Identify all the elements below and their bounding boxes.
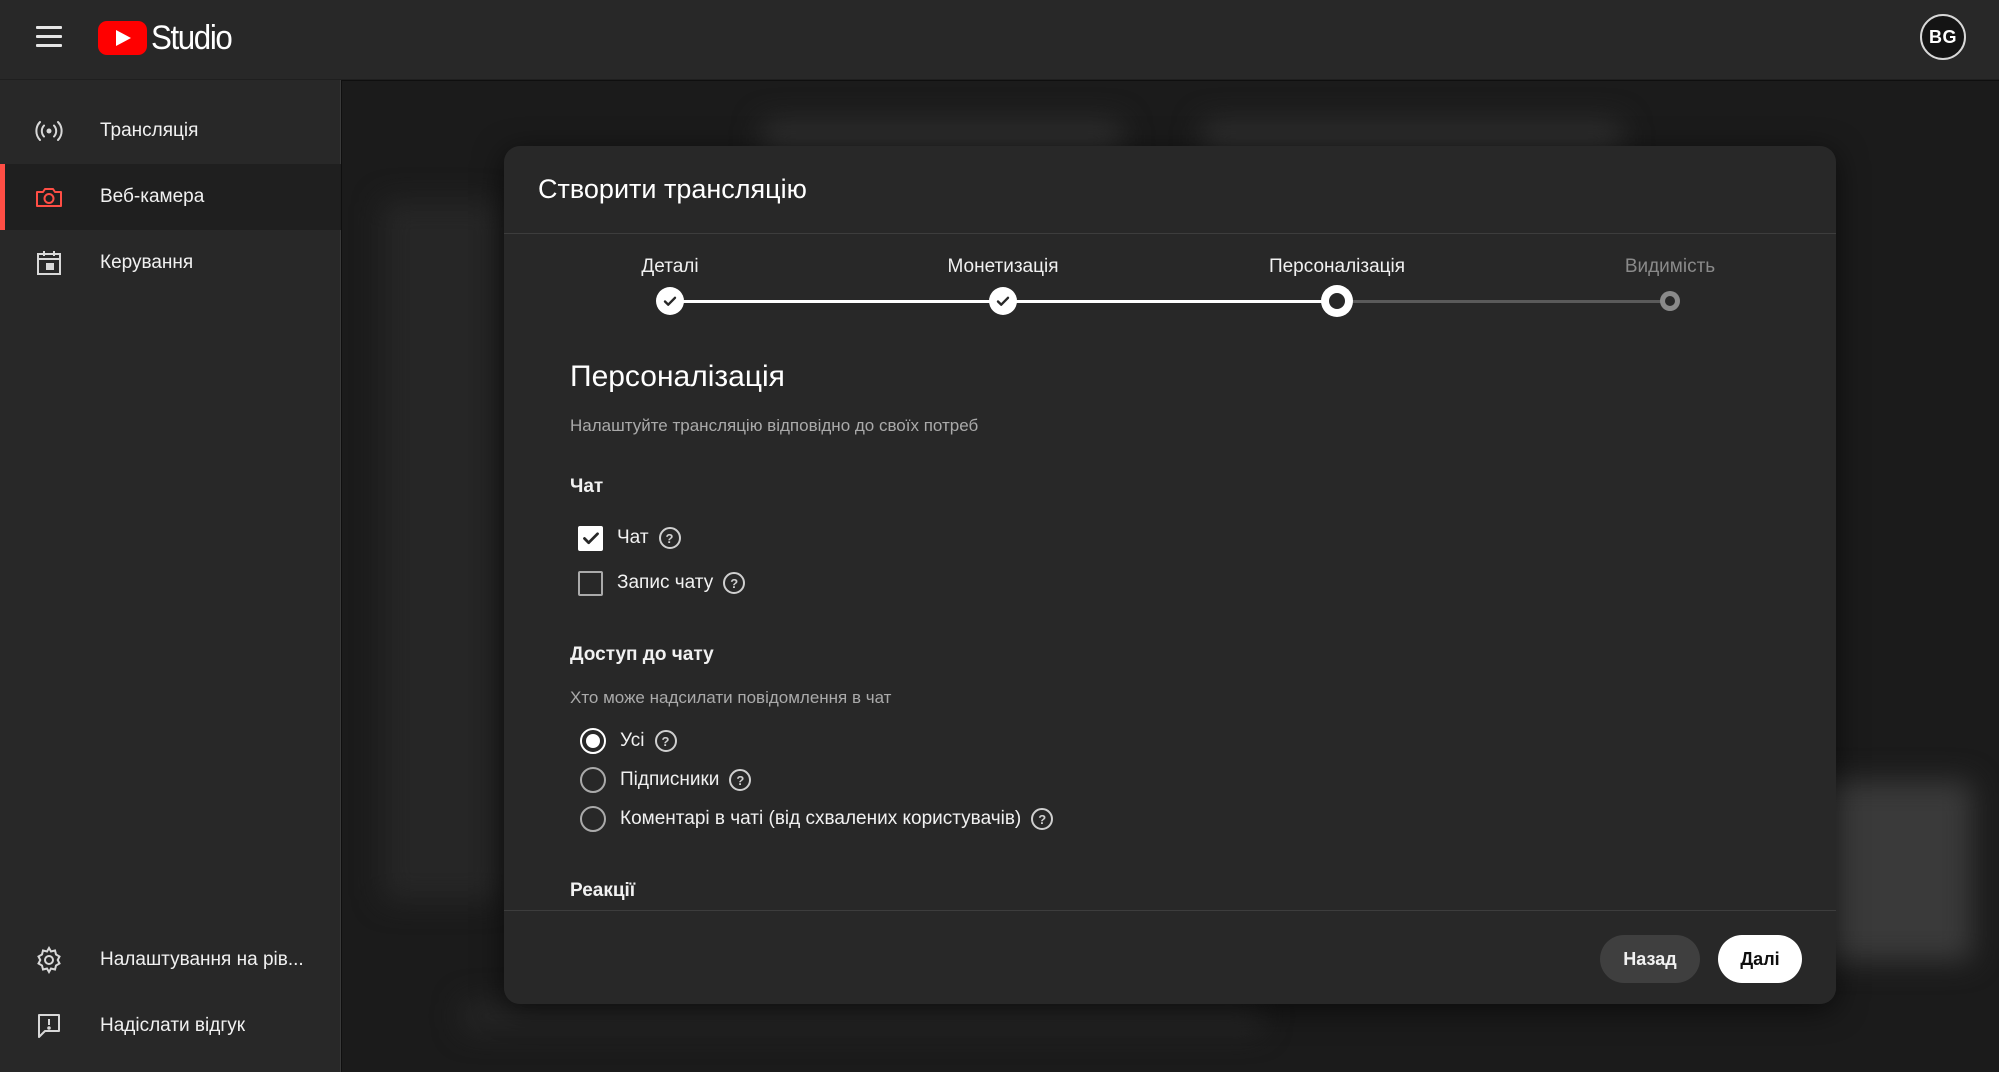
sidebar: Трансляція Веб-камера Керування Налаштув… bbox=[0, 80, 341, 1072]
future-step-indicator bbox=[1660, 291, 1680, 311]
calendar-icon bbox=[34, 248, 64, 278]
dialog-footer: Назад Далі bbox=[504, 910, 1836, 1004]
feedback-icon bbox=[34, 1011, 64, 1041]
sidebar-item-label: Надіслати відгук bbox=[100, 1015, 246, 1036]
check-icon bbox=[656, 287, 684, 315]
reactions-title: Реакції bbox=[570, 880, 636, 901]
help-icon[interactable]: ? bbox=[723, 572, 746, 594]
sidebar-item-label: Налаштування на рів... bbox=[100, 949, 304, 970]
broadcast-icon bbox=[34, 116, 64, 146]
top-bar: Studio BG bbox=[0, 0, 1999, 80]
step-label: Деталі bbox=[641, 256, 699, 277]
studio-logo[interactable]: Studio bbox=[98, 18, 238, 58]
chat-access-subtitle: Хто може надсилати повідомлення в чат bbox=[570, 688, 892, 707]
sidebar-item-feedback[interactable]: Надіслати відгук bbox=[0, 993, 341, 1059]
chat-group-title: Чат bbox=[570, 476, 604, 497]
chat-access-title: Доступ до чату bbox=[570, 644, 714, 665]
section-subtitle: Налаштуйте трансляцію відповідно до свої… bbox=[570, 416, 979, 435]
everyone-radio[interactable] bbox=[580, 728, 606, 754]
sidebar-item-broadcast[interactable]: Трансляція bbox=[0, 98, 341, 164]
help-icon[interactable]: ? bbox=[729, 769, 752, 791]
dialog-title: Створити трансляцію bbox=[538, 174, 807, 204]
youtube-play-icon bbox=[98, 21, 147, 55]
access-option-everyone: Усі ? bbox=[580, 726, 677, 756]
sidebar-item-settings[interactable]: Налаштування на рів... bbox=[0, 927, 341, 993]
chat-replay-checkbox[interactable] bbox=[578, 570, 603, 596]
sidebar-item-webcam[interactable]: Веб-камера bbox=[0, 164, 341, 230]
option-label: Підписники bbox=[620, 769, 720, 790]
step-visibility[interactable]: Видимість bbox=[1550, 234, 1790, 334]
access-option-subscribers: Підписники ? bbox=[580, 765, 752, 795]
step-label: Видимість bbox=[1624, 256, 1716, 277]
stepper: Деталі Монетизація Персоналізація Видимі… bbox=[504, 234, 1836, 334]
option-label: Запис чату bbox=[617, 572, 714, 593]
approved-users-radio[interactable] bbox=[580, 806, 606, 832]
sidebar-item-label: Трансляція bbox=[100, 120, 199, 141]
help-icon[interactable]: ? bbox=[1031, 808, 1054, 830]
step-monetization[interactable]: Монетизація bbox=[883, 234, 1123, 334]
camera-icon bbox=[34, 182, 64, 212]
sidebar-item-label: Веб-камера bbox=[100, 186, 205, 207]
check-icon bbox=[989, 287, 1017, 315]
dialog-header: Створити трансляцію bbox=[504, 146, 1836, 234]
step-label: Персоналізація bbox=[1268, 256, 1406, 277]
logo-text: Studio bbox=[151, 18, 233, 57]
step-details[interactable]: Деталі bbox=[550, 234, 790, 334]
gear-icon bbox=[34, 945, 64, 975]
back-button[interactable]: Назад bbox=[1600, 935, 1700, 983]
step-customization[interactable]: Персоналізація bbox=[1217, 234, 1457, 334]
sidebar-item-label: Керування bbox=[100, 252, 194, 273]
create-stream-dialog: Створити трансляцію Деталі Монетизація П… bbox=[504, 146, 1836, 1004]
current-step-indicator bbox=[1321, 285, 1353, 317]
option-label: Коментарі в чаті (від схвалених користув… bbox=[620, 808, 1022, 829]
chat-replay-option: Запис чату ? bbox=[578, 568, 746, 598]
option-label: Усі bbox=[620, 730, 645, 751]
next-button[interactable]: Далі bbox=[1718, 935, 1802, 983]
chat-checkbox[interactable] bbox=[578, 525, 603, 551]
account-avatar[interactable]: BG bbox=[1920, 14, 1966, 60]
option-label: Чат bbox=[617, 527, 649, 548]
sidebar-item-manage[interactable]: Керування bbox=[0, 230, 341, 296]
menu-icon[interactable] bbox=[34, 24, 66, 50]
chat-option: Чат ? bbox=[578, 523, 681, 553]
help-icon[interactable]: ? bbox=[654, 730, 677, 752]
step-label: Монетизація bbox=[947, 256, 1059, 277]
section-title: Персоналізація bbox=[570, 360, 785, 393]
help-icon[interactable]: ? bbox=[658, 527, 681, 549]
access-option-approved: Коментарі в чаті (від схвалених користув… bbox=[580, 804, 1054, 834]
subscribers-radio[interactable] bbox=[580, 767, 606, 793]
